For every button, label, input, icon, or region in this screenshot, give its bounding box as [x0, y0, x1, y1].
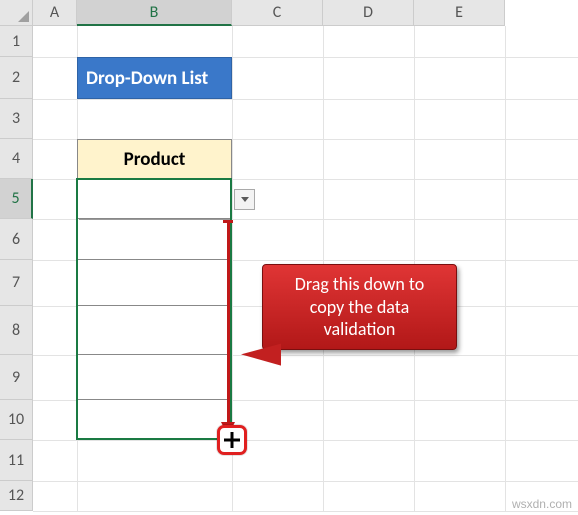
col-header-C[interactable]: C — [232, 0, 323, 26]
row-header-9[interactable]: 9 — [0, 355, 33, 400]
callout-drag-instruction: Drag this down tocopy the datavalidation — [262, 264, 457, 350]
drag-arrow-line — [227, 221, 230, 422]
row-header-3[interactable]: 3 — [0, 99, 33, 139]
product-cell-row8[interactable] — [77, 306, 232, 355]
dropdown-button[interactable] — [234, 189, 255, 210]
row-header-10[interactable]: 10 — [0, 400, 33, 440]
product-cell-row7[interactable] — [77, 260, 232, 306]
select-all-corner[interactable] — [0, 0, 33, 26]
product-cell-row10[interactable] — [77, 400, 232, 440]
row-header-4[interactable]: 4 — [0, 139, 33, 179]
row-header-2[interactable]: 2 — [0, 57, 33, 99]
row-header-1[interactable]: 1 — [0, 26, 33, 57]
product-cell-row6[interactable] — [77, 219, 232, 260]
spreadsheet-grid: ABCDE 123456789101112 Drop-Down ListProd… — [0, 0, 578, 515]
row-header-7[interactable]: 7 — [0, 260, 33, 306]
table-header-product[interactable]: Product — [77, 139, 232, 179]
row-header-11[interactable]: 11 — [0, 440, 33, 481]
product-cell-row5[interactable] — [77, 179, 232, 219]
title-cell[interactable]: Drop-Down List — [77, 57, 232, 99]
col-header-D[interactable]: D — [323, 0, 414, 26]
row-headers: 123456789101112 — [0, 26, 33, 515]
product-cell-row9[interactable] — [77, 355, 232, 400]
row-header-5[interactable]: 5 — [0, 179, 33, 219]
row-header-12[interactable]: 12 — [0, 481, 33, 511]
col-header-A[interactable]: A — [33, 0, 77, 26]
column-headers: ABCDE — [0, 0, 578, 26]
row-header-8[interactable]: 8 — [0, 306, 33, 355]
fill-handle-cursor[interactable] — [217, 425, 247, 455]
col-header-E[interactable]: E — [414, 0, 505, 26]
watermark: wsxdn.com — [512, 497, 572, 511]
col-header-B[interactable]: B — [77, 0, 232, 26]
row-header-6[interactable]: 6 — [0, 219, 33, 260]
